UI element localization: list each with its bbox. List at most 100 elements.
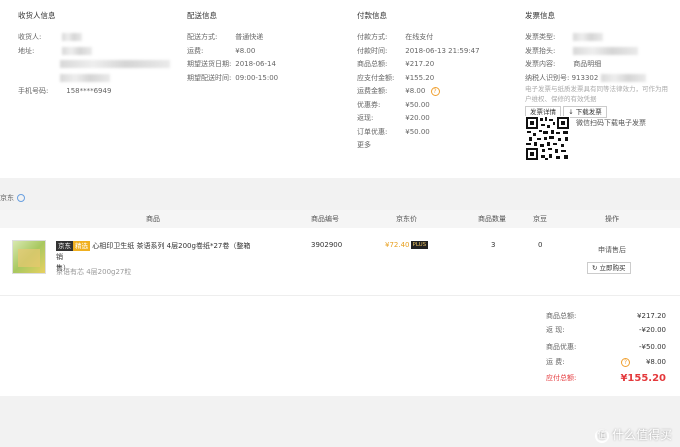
col-product: 商品: [146, 215, 160, 223]
summary-freight: 运 费: ? ¥8.00: [546, 356, 666, 369]
summary-freight-value: ¥8.00: [645, 358, 666, 366]
summary-cashback-label: 返 现:: [546, 326, 565, 334]
summary-cashback-value: -¥20.00: [638, 326, 666, 334]
row-separator: [0, 295, 680, 296]
delivery-info: 配送信息 配送方式: 普通快递 运费: ¥8.00 期望送货日期: 2018-0…: [187, 10, 278, 85]
summary-total: 应付总额: ¥155.20: [546, 372, 666, 385]
summary-discount-value: -¥50.00: [638, 343, 666, 351]
col-qty: 商品数量: [478, 215, 506, 223]
invoice-taxid-redacted: [600, 73, 646, 82]
receiver-title: 收货人信息: [18, 11, 56, 20]
invoice-content-row: 发票内容: 商品明细: [525, 58, 675, 72]
receiver-name-redacted: [62, 33, 83, 41]
refresh-icon: ↻: [592, 264, 600, 272]
product-beans: 0: [538, 241, 543, 249]
payment-goods-total-label: 商品总额:: [357, 60, 388, 68]
delivery-fee-value: ¥8.00: [235, 46, 256, 55]
payment-payable-label: 应支付金额:: [357, 73, 395, 82]
after-sale-link[interactable]: 申请售后: [598, 245, 626, 255]
summary-goods-total-label: 商品总额:: [546, 312, 577, 320]
invoice-header-row: 发票抬头:: [525, 45, 675, 59]
summary-total-value: ¥155.20: [620, 373, 666, 384]
delivery-fee-label: 运费:: [187, 46, 204, 55]
invoice-type-label: 发票类型:: [525, 33, 556, 41]
delivery-date-value: 2018-06-14: [235, 60, 276, 68]
store-row: 京东: [0, 188, 680, 208]
summary-discount-label: 商品优惠:: [546, 343, 577, 351]
help-icon[interactable]: ?: [430, 86, 440, 96]
invoice-title: 发票信息: [525, 11, 555, 20]
receiver-name-label: 收货人:: [18, 33, 42, 41]
invoice-info: 发票信息 发票类型: 发票抬头: 发票内容: 商品明细 纳税人识别号: 9133…: [525, 10, 675, 120]
receiver-address-redacted-3: [60, 73, 110, 82]
qr-code-image: [525, 116, 570, 161]
receiver-info: 收货人信息 收货人: 地址: 手机号码: 158****6949: [18, 10, 170, 99]
payment-freight-label: 运费金额:: [357, 87, 388, 95]
summary-cashback: 返 现: -¥20.00: [546, 324, 666, 337]
receiver-address-redacted: [62, 46, 93, 55]
invoice-taxid-row: 纳税人识别号: 913302: [525, 72, 675, 86]
summary-discount: 商品优惠: -¥50.00: [546, 341, 666, 354]
delivery-method-row: 配送方式: 普通快递: [187, 31, 278, 45]
payment-more-row: 更多: [357, 139, 480, 153]
col-code: 商品编号: [311, 215, 339, 223]
freight-help-icon[interactable]: ?: [621, 358, 630, 367]
invoice-taxid-value: 913302: [571, 73, 599, 82]
payment-method-value: 在线支付: [405, 33, 434, 41]
payment-title: 付款信息: [357, 11, 387, 20]
col-beans: 京豆: [533, 215, 547, 223]
delivery-time-value: 09:00-15:00: [235, 73, 279, 82]
product-code: 3902900: [311, 241, 343, 249]
receiver-address-line3: [18, 72, 170, 86]
payment-time-label: 付款时间:: [357, 46, 388, 55]
buy-again-button[interactable]: ↻ 立即购买: [587, 262, 631, 274]
delivery-title: 配送信息: [187, 11, 217, 20]
payment-goods-total-value: ¥217.20: [405, 60, 435, 68]
product-spec: 茶语有芯 4层200g27粒: [56, 268, 132, 276]
payment-freight-value: ¥8.00: [405, 87, 426, 95]
product-thumbnail[interactable]: [12, 240, 46, 274]
order-info-panel: 收货人信息 收货人: 地址: 手机号码: 158****6949 配送信息 配送…: [0, 0, 680, 178]
summary-freight-label: 运 费:: [546, 358, 565, 366]
product-price: ¥72.40: [385, 241, 410, 249]
delivery-method-label: 配送方式:: [187, 33, 218, 41]
delivery-time-row: 期望配送时间: 09:00-15:00: [187, 72, 278, 86]
payment-coupon-label: 优惠券:: [357, 100, 381, 109]
invoice-note: 电子发票与纸质发票具有同等法律效力，可作为用户维权、保修的有效凭据: [525, 85, 668, 103]
goods-table: 商品 商品编号 京东价 商品数量 京豆 操作 京东 精选 心相印卫生纸 茶语系列 …: [0, 210, 680, 396]
payment-payable-row: 应支付金额: ¥155.20: [357, 72, 480, 86]
table-row: 京东 精选 心相印卫生纸 茶语系列 4层200g卷纸*27卷（整箱销 售） 茶语有…: [0, 235, 680, 295]
pick-tag: 精选: [73, 241, 90, 251]
payment-order-discount-row: 订单优惠: ¥50.00: [357, 126, 480, 140]
table-header: 商品 商品编号 京东价 商品数量 京豆 操作: [0, 210, 680, 228]
delivery-fee-row: 运费: ¥8.00: [187, 45, 278, 59]
summary-total-label: 应付总额:: [546, 374, 577, 382]
payment-time-value: 2018-06-13 21:59:47: [405, 46, 480, 55]
payment-order-discount-label: 订单优惠:: [357, 127, 388, 136]
invoice-header-label: 发票抬头:: [525, 46, 556, 55]
receiver-address-redacted-2: [60, 60, 170, 68]
payment-cashback-label: 返现:: [357, 114, 374, 122]
delivery-date-row: 期望送货日期: 2018-06-14: [187, 58, 278, 72]
payment-method-label: 付款方式:: [357, 33, 388, 41]
payment-more-link[interactable]: 更多: [357, 139, 371, 153]
delivery-time-label: 期望配送时间:: [187, 73, 232, 82]
invoice-type-redacted: [573, 33, 604, 41]
receiver-address-line2: [18, 58, 170, 72]
payment-order-discount-value: ¥50.00: [405, 127, 430, 136]
chat-icon[interactable]: [17, 194, 25, 202]
payment-method-row: 付款方式: 在线支付: [357, 31, 480, 45]
receiver-phone-value: 158****6949: [66, 87, 112, 95]
product-price-cell: ¥72.40 PLUS: [385, 241, 429, 249]
delivery-date-label: 期望送货日期:: [187, 60, 232, 68]
invoice-content-label: 发票内容:: [525, 60, 556, 68]
col-price: 京东价: [396, 215, 417, 223]
payment-cashback-value: ¥20.00: [405, 114, 430, 122]
receiver-address-label: 地址:: [18, 46, 35, 55]
store-name[interactable]: 京东: [0, 194, 14, 202]
payment-time-row: 付款时间: 2018-06-13 21:59:47: [357, 45, 480, 59]
buy-again-label: 立即购买: [599, 264, 626, 272]
invoice-taxid-label: 纳税人识别号:: [525, 73, 570, 82]
payment-info: 付款信息 付款方式: 在线支付 付款时间: 2018-06-13 21:59:4…: [357, 10, 480, 153]
watermark-text: 什么值得买: [611, 428, 672, 442]
